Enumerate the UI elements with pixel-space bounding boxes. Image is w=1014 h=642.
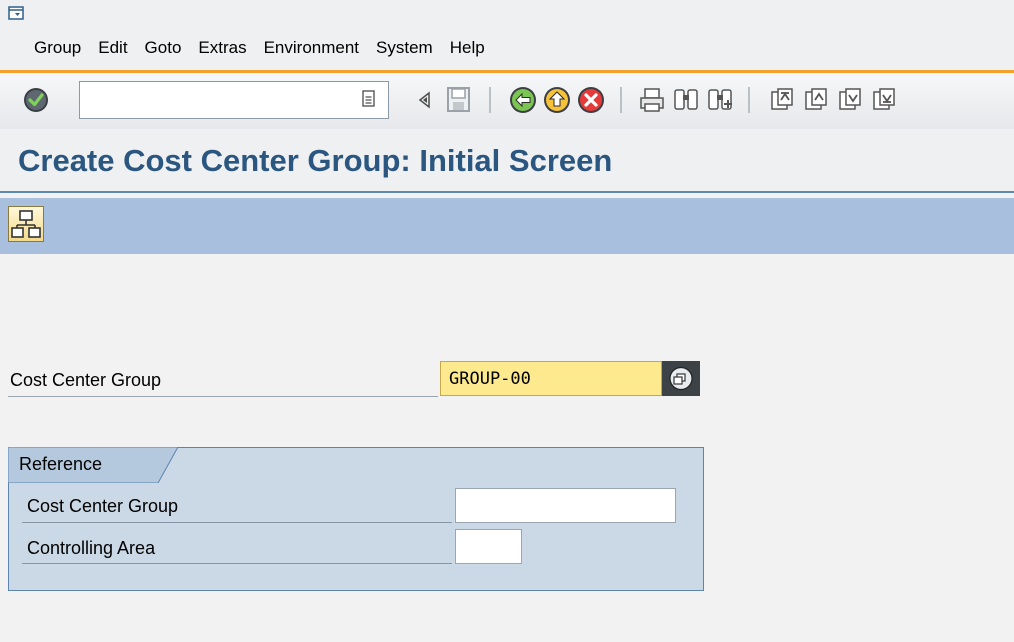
menu-environment[interactable]: Environment [264, 38, 359, 58]
menu-edit[interactable]: Edit [98, 38, 127, 58]
menu-system[interactable]: System [376, 38, 433, 58]
first-page-icon[interactable] [768, 86, 796, 114]
menu-help[interactable]: Help [450, 38, 485, 58]
print-icon[interactable] [638, 86, 666, 114]
command-field[interactable] [79, 81, 389, 119]
menu-items: Group Edit Goto Extras Environment Syste… [34, 38, 502, 58]
multiple-selection-icon[interactable] [662, 361, 700, 396]
menu-goto[interactable]: Goto [145, 38, 182, 58]
page-title: Create Cost Center Group: Initial Screen [18, 143, 613, 178]
controlling-area-input[interactable] [455, 529, 522, 564]
hierarchy-icon [11, 210, 41, 238]
command-history-icon[interactable] [361, 89, 377, 109]
toolbar-separator [489, 87, 491, 113]
next-page-icon[interactable] [836, 86, 864, 114]
cost-center-group-label: Cost Center Group [10, 370, 162, 390]
label-underline [22, 563, 452, 564]
previous-page-icon[interactable] [802, 86, 830, 114]
menu-bar [0, 0, 1014, 72]
back-icon[interactable] [508, 85, 538, 115]
reference-frame-title: Reference [19, 454, 103, 474]
last-page-icon[interactable] [870, 86, 898, 114]
cancel-icon[interactable] [576, 85, 606, 115]
cost-center-group-value: GROUP-00 [449, 369, 531, 389]
reference-cost-center-group-input[interactable] [455, 488, 676, 523]
label-underline [8, 396, 438, 397]
reference-cost-center-group-label: Cost Center Group [27, 496, 179, 516]
controlling-area-label: Controlling Area [27, 538, 156, 558]
cost-center-group-input[interactable]: GROUP-00 [440, 361, 662, 396]
toolbar-separator [620, 87, 622, 113]
toolbar-separator [748, 87, 750, 113]
exit-icon[interactable] [542, 85, 572, 115]
label-underline [22, 522, 452, 523]
menu-group[interactable]: Group [34, 38, 81, 58]
find-icon[interactable] [672, 86, 700, 114]
application-toolbar [0, 198, 1014, 254]
hierarchy-button[interactable] [8, 206, 44, 242]
save-icon[interactable] [446, 86, 472, 114]
menu-extras[interactable]: Extras [198, 38, 246, 58]
enter-check-icon[interactable] [22, 86, 50, 114]
find-next-icon[interactable] [706, 86, 734, 114]
menu-dropdown-icon[interactable] [8, 6, 24, 22]
triangle-left-icon[interactable] [416, 90, 434, 110]
title-divider [0, 191, 1014, 193]
